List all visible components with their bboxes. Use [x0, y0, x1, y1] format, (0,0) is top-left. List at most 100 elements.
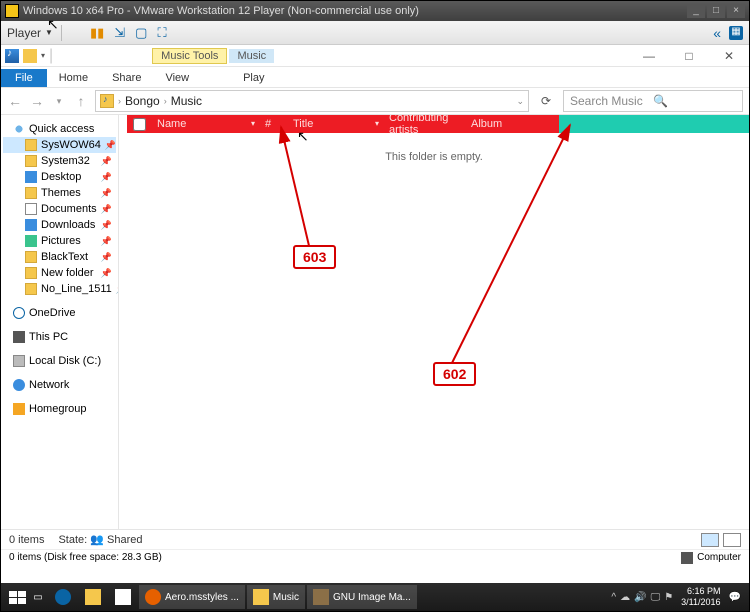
store-icon — [115, 589, 131, 605]
nav-homegroup[interactable]: Homegroup — [3, 401, 116, 417]
view-large-button[interactable] — [723, 533, 741, 547]
nav-documents[interactable]: Documents📌 — [3, 201, 116, 217]
status-state: State: 👥 Shared — [58, 533, 142, 546]
minimize-button[interactable]: — — [629, 45, 669, 67]
nav-forward-button[interactable]: → — [29, 93, 45, 109]
column-title[interactable]: Title▾ — [287, 115, 383, 133]
column-album[interactable]: Album — [465, 115, 559, 133]
column-headers[interactable]: Name▾ # Title▾ Contributing artists Albu… — [119, 115, 749, 133]
taskbar-store[interactable] — [109, 585, 137, 609]
navigation-pane[interactable]: Quick access SysWOW64📌 System32📌 Desktop… — [1, 115, 119, 529]
tray-onedrive-icon[interactable]: ☁ — [620, 592, 630, 603]
network-icon — [13, 379, 25, 391]
vm-settings-icon[interactable]: ▦ — [729, 26, 743, 40]
nav-network[interactable]: Network — [3, 377, 116, 393]
address-bar[interactable]: › Bongo › Music ⌄ — [95, 90, 529, 112]
vm-player-menu[interactable]: Player▼ — [7, 26, 53, 40]
breadcrumb-music[interactable]: Music — [171, 94, 202, 108]
title-music: Music — [229, 49, 274, 63]
taskbar-aero[interactable]: Aero.msstyles ... — [139, 585, 245, 609]
pin-icon: 📌 — [101, 156, 112, 167]
status-item-count: 0 items — [9, 534, 44, 546]
vm-send-key-icon[interactable]: ⇲ — [114, 25, 125, 41]
computer-icon — [681, 552, 693, 564]
column-name[interactable]: Name▾ — [151, 115, 259, 133]
pin-icon: 📌 — [101, 236, 112, 247]
breadcrumb-bongo[interactable]: Bongo — [125, 94, 160, 108]
vm-minimize-button[interactable]: _ — [687, 4, 705, 18]
pin-icon: 📌 — [105, 140, 116, 151]
tab-share[interactable]: Share — [100, 69, 153, 87]
pin-icon: 📌 — [101, 252, 112, 263]
tab-play[interactable]: Play — [231, 69, 276, 87]
documents-icon — [25, 203, 37, 215]
cloud-icon — [13, 307, 25, 319]
vmware-icon — [5, 4, 19, 18]
search-input[interactable]: Search Music 🔍 — [563, 90, 743, 112]
tray-volume-icon[interactable]: 🔊 — [634, 592, 646, 603]
vm-unity-icon[interactable]: ▢ — [135, 25, 147, 41]
nav-system32[interactable]: System32📌 — [3, 153, 116, 169]
nav-pictures[interactable]: Pictures📌 — [3, 233, 116, 249]
column-empty[interactable] — [559, 115, 749, 133]
windows-logo-icon — [9, 591, 26, 604]
address-dropdown-icon[interactable]: ⌄ — [516, 96, 524, 107]
nav-themes[interactable]: Themes📌 — [3, 185, 116, 201]
ribbon: File Home Share View Play — [1, 67, 749, 87]
tray-notification-icon[interactable]: 💬 — [729, 592, 741, 603]
nav-back-button[interactable]: ← — [7, 93, 23, 109]
tray-flag-icon[interactable]: ⚑ — [664, 592, 673, 603]
qat-properties-icon[interactable] — [23, 49, 37, 63]
nav-quick-access[interactable]: Quick access — [3, 121, 116, 137]
tab-view[interactable]: View — [153, 69, 201, 87]
nav-downloads[interactable]: Downloads📌 — [3, 217, 116, 233]
taskbar-music[interactable]: Music — [247, 585, 305, 609]
vm-titlebar: Windows 10 x64 Pro - VMware Workstation … — [1, 1, 749, 21]
tab-home[interactable]: Home — [47, 69, 100, 87]
column-contributing-artists[interactable]: Contributing artists — [383, 115, 465, 133]
nav-this-pc[interactable]: This PC — [3, 329, 116, 345]
taskbar-edge[interactable] — [49, 585, 77, 609]
contextual-tab-music-tools[interactable]: Music Tools — [152, 48, 227, 64]
taskbar-clock[interactable]: 6:16 PM3/11/2016 — [677, 586, 724, 608]
close-button[interactable]: ✕ — [709, 45, 749, 67]
column-number[interactable]: # — [259, 115, 287, 133]
system-tray[interactable]: ^ ☁ 🔊 🖵 ⚑ 6:16 PM3/11/2016 💬 — [611, 586, 745, 608]
vm-fullscreen-icon[interactable]: ⛶ — [157, 25, 166, 41]
nav-onedrive[interactable]: OneDrive — [3, 305, 116, 321]
tray-up-icon[interactable]: ^ — [611, 592, 616, 603]
column-checkbox[interactable] — [127, 115, 151, 133]
taskbar[interactable]: ▭ Aero.msstyles ... Music GNU Image Ma..… — [1, 583, 749, 611]
refresh-button[interactable]: ⟳ — [535, 94, 557, 108]
vm-title: Windows 10 x64 Pro - VMware Workstation … — [23, 5, 687, 17]
star-icon — [13, 123, 25, 135]
nav-local-disk[interactable]: Local Disk (C:) — [3, 353, 116, 369]
nav-desktop[interactable]: Desktop📌 — [3, 169, 116, 185]
nav-blacktext[interactable]: BlackText📌 — [3, 249, 116, 265]
taskbar-gimp[interactable]: GNU Image Ma... — [307, 585, 417, 609]
task-view-button[interactable]: ▭ — [29, 592, 47, 603]
pin-icon: 📌 — [101, 188, 112, 199]
nav-noline[interactable]: No_Line_1511📌 — [3, 281, 116, 297]
tray-screen-icon[interactable]: 🖵 — [651, 592, 661, 603]
pin-icon: 📌 — [101, 172, 112, 183]
nav-up-button[interactable]: ↑ — [73, 93, 89, 109]
taskbar-explorer[interactable] — [79, 585, 107, 609]
chevron-right-icon[interactable]: › — [118, 96, 121, 106]
nav-syswow64[interactable]: SysWOW64📌 — [3, 137, 116, 153]
start-button[interactable] — [5, 587, 29, 607]
view-details-button[interactable] — [701, 533, 719, 547]
vm-maximize-button[interactable]: □ — [707, 4, 725, 18]
nav-recent-button[interactable]: ▾ — [51, 96, 67, 107]
maximize-button[interactable]: □ — [669, 45, 709, 67]
chevron-right-icon[interactable]: › — [164, 96, 167, 106]
explorer-window: ▾ | Music Tools Music — □ ✕ File Home Sh… — [1, 45, 749, 565]
vm-close-button[interactable]: × — [727, 4, 745, 18]
homegroup-icon — [13, 403, 25, 415]
tab-file[interactable]: File — [1, 69, 47, 87]
nav-new-folder[interactable]: New folder📌 — [3, 265, 116, 281]
qat-dropdown-icon[interactable]: ▾ — [41, 51, 45, 60]
vm-back-icon[interactable]: « — [713, 25, 721, 41]
pc-icon — [13, 331, 25, 343]
vm-pause-icon[interactable]: ▮▮ — [90, 25, 104, 41]
